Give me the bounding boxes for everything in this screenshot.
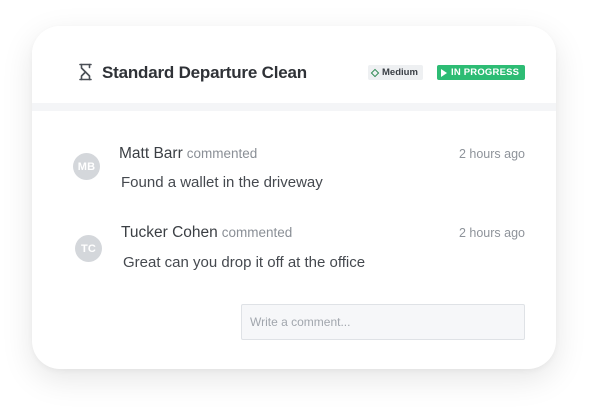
comment-action: commented xyxy=(221,225,293,240)
avatar: TC xyxy=(75,235,102,262)
play-icon xyxy=(441,68,447,77)
comment-timestamp: 2 hours ago xyxy=(458,226,525,240)
comment-input[interactable] xyxy=(241,304,525,340)
comment-author[interactable]: Matt Barr xyxy=(119,145,183,162)
comment-author-line: Matt Barr commented xyxy=(119,145,257,163)
comment-timestamp: 2 hours ago xyxy=(458,147,525,161)
header-divider xyxy=(32,103,556,111)
page-background: Standard Departure Clean Medium IN PROGR… xyxy=(0,0,596,414)
comment-author-line: Tucker Cohen commented xyxy=(121,224,292,242)
comment-text: Found a wallet in the driveway xyxy=(121,174,323,191)
comment-text: Great can you drop it off at the office xyxy=(123,254,366,271)
task-title: Standard Departure Clean xyxy=(102,63,307,82)
hourglass-icon xyxy=(76,62,94,82)
priority-label: Medium xyxy=(382,67,418,78)
comment-action: commented xyxy=(186,146,258,161)
avatar: MB xyxy=(73,153,100,180)
status-badge[interactable]: IN PROGRESS xyxy=(437,65,526,80)
task-card: Standard Departure Clean Medium IN PROGR… xyxy=(32,26,556,369)
priority-badge[interactable]: Medium xyxy=(368,65,423,80)
comment-author[interactable]: Tucker Cohen xyxy=(121,224,218,241)
task-header: Standard Departure Clean Medium IN PROGR… xyxy=(32,26,556,103)
status-label: IN PROGRESS xyxy=(451,67,520,78)
diamond-icon xyxy=(370,68,380,77)
